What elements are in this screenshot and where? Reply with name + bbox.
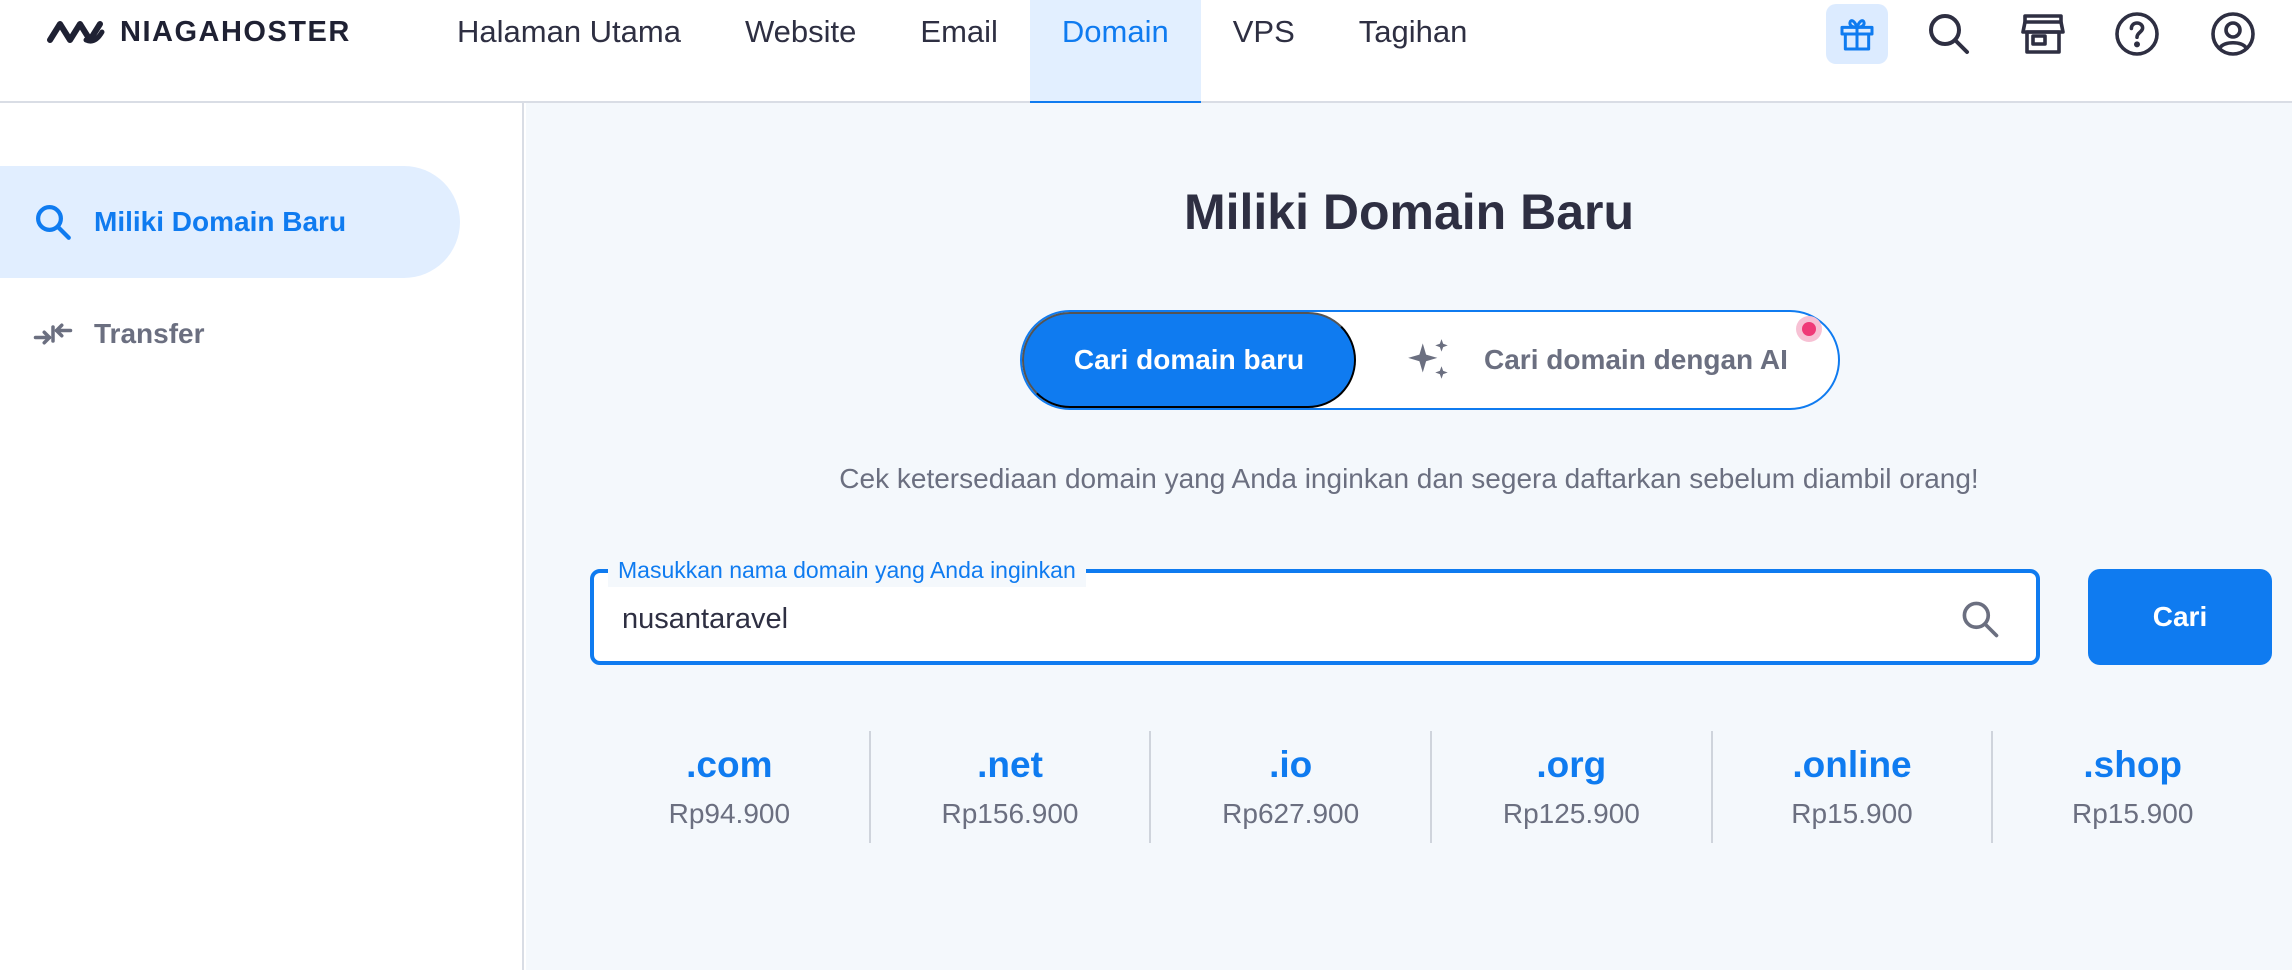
store-icon: [2021, 14, 2065, 54]
transfer-arrows-icon: [33, 323, 73, 345]
domain-search-label: Masukkan nama domain yang Anda inginkan: [608, 553, 1086, 587]
nav-item-halaman-utama[interactable]: Halaman Utama: [425, 0, 713, 103]
tld-item-online[interactable]: .online Rp15.900: [1713, 731, 1994, 843]
top-navigation-bar: NIAGAHOSTER Halaman Utama Website Email …: [0, 0, 2292, 105]
tld-name: .org: [1536, 744, 1607, 785]
brand-name: NIAGAHOSTER: [120, 15, 351, 48]
sidebar-item-miliki-domain-baru[interactable]: Miliki Domain Baru: [0, 166, 460, 278]
niagahoster-logo-icon: [47, 21, 105, 44]
help-icon: [2115, 12, 2159, 56]
tld-item-net[interactable]: .net Rp156.900: [871, 731, 1152, 843]
tld-price: Rp156.900: [941, 798, 1079, 829]
search-mode-toggle: Cari domain baru Cari domain dengan AI: [1020, 310, 1840, 410]
niagahoster-logo[interactable]: NIAGAHOSTER: [46, 14, 351, 50]
tld-name: .io: [1269, 744, 1313, 785]
tld-name: .net: [977, 744, 1043, 785]
search-icon: [36, 205, 71, 240]
tld-price: Rp627.900: [1222, 798, 1360, 829]
search-icon[interactable]: [1958, 597, 2002, 641]
tld-price: Rp94.900: [668, 798, 791, 829]
nav-item-domain[interactable]: Domain: [1029, 0, 1201, 105]
tld-name: .com: [686, 744, 773, 785]
tld-name: .shop: [2083, 744, 2183, 785]
nav-item-website[interactable]: Website: [713, 0, 888, 103]
tld-item-com[interactable]: .com Rp94.900: [590, 731, 871, 843]
domain-search-field: Masukkan nama domain yang Anda inginkan: [590, 553, 2040, 665]
sidebar-item-transfer[interactable]: Transfer: [0, 278, 460, 390]
tld-price: Rp125.900: [1502, 798, 1640, 829]
sidebar-item-label: Miliki Domain Baru: [94, 206, 347, 237]
nav-item-tagihan[interactable]: Tagihan: [1327, 0, 1500, 103]
sparkles-icon: [1408, 339, 1448, 379]
domain-search-input[interactable]: [622, 591, 1902, 647]
tld-price: Rp15.900: [2071, 798, 2194, 829]
tld-item-io[interactable]: .io Rp627.900: [1151, 731, 1433, 843]
tld-name: .online: [1792, 744, 1912, 785]
main-content: Miliki Domain Baru Cari domain baru Cari…: [526, 103, 2292, 970]
page-subtitle: Cek ketersediaan domain yang Anda ingink…: [839, 463, 1979, 494]
page-title: Miliki Domain Baru: [1183, 184, 1635, 240]
gift-icon: [1840, 19, 1874, 51]
search-button[interactable]: [1918, 4, 1980, 64]
help-button[interactable]: [2106, 4, 2168, 64]
user-account-icon: [2211, 12, 2255, 56]
tld-item-org[interactable]: .org Rp125.900: [1432, 731, 1713, 843]
search-icon: [1929, 14, 1969, 54]
account-button[interactable]: [2202, 4, 2264, 64]
cari-button[interactable]: Cari: [2088, 569, 2272, 665]
main-nav: Halaman Utama Website Email Domain VPS T…: [425, 0, 1500, 105]
tld-item-shop[interactable]: .shop Rp15.900: [1993, 731, 2272, 843]
nav-item-vps[interactable]: VPS: [1201, 0, 1327, 103]
gift-button[interactable]: [1826, 4, 1888, 64]
tld-price: Rp15.900: [1791, 798, 1913, 829]
toggle-cari-domain-ai[interactable]: Cari domain dengan AI: [1356, 312, 1838, 408]
sidebar-item-label: Transfer: [94, 318, 205, 349]
nav-item-email[interactable]: Email: [888, 0, 1030, 103]
tld-price-list: .com Rp94.900 .net Rp156.900 .io Rp627.9…: [590, 731, 2272, 843]
toggle-cari-domain-baru[interactable]: Cari domain baru: [1022, 312, 1356, 408]
sidebar: Miliki Domain Baru Transfer: [0, 103, 524, 970]
store-button[interactable]: [2012, 4, 2074, 64]
notification-dot: [1796, 316, 1822, 342]
toggle-ai-label: Cari domain dengan AI: [1484, 344, 1788, 375]
